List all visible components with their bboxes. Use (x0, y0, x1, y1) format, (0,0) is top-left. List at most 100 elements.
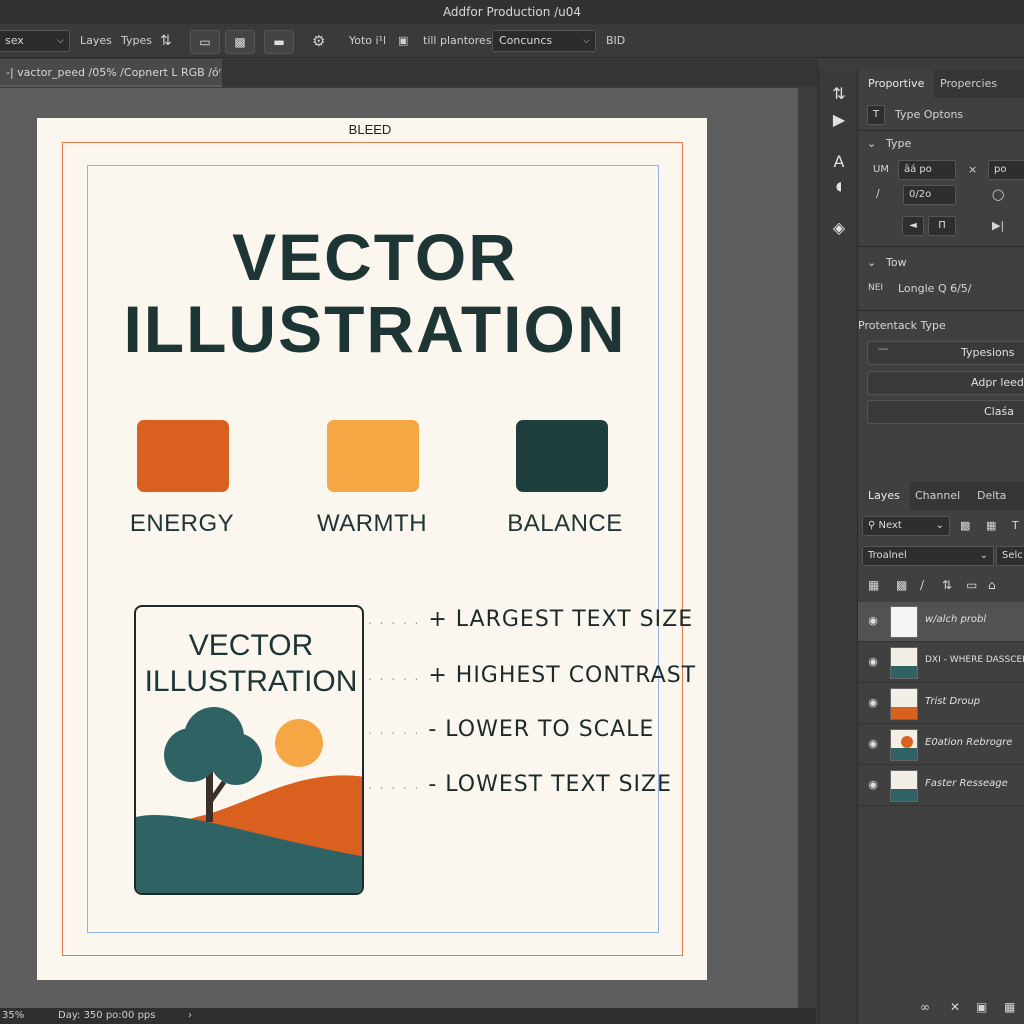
tab-proportive[interactable]: Proportive (858, 70, 935, 98)
hierarchy-item: . . . . . - LOWER TO SCALE (368, 717, 678, 742)
status-bar: 35% Day: 350 po:00 pps › (0, 1008, 816, 1024)
layer-name: DXI - WHERE DASSCER (925, 655, 1024, 665)
hierarchy-text: + LARGEST TEXT SIZE (428, 607, 694, 632)
frame-button[interactable]: ▬ (264, 30, 294, 54)
longle-value[interactable]: Longle Q 6/5/ (898, 282, 972, 295)
adjust-icon[interactable]: ⇅ (942, 578, 952, 592)
leader-dots: . . . . . (368, 613, 421, 627)
hierarchy-text: + HIGHEST CONTRAST (428, 663, 697, 688)
mask-icon: ▭ (199, 35, 211, 49)
link-layers-icon[interactable]: ▦ (868, 578, 879, 592)
type-field-1[interactable]: āá po (898, 160, 956, 180)
layer-row[interactable]: ◉ Trist Droup (858, 684, 1024, 724)
adpr-leed-label: Adpr leed (971, 376, 1024, 389)
clasa-button[interactable]: Claśa (867, 400, 1024, 424)
type-field-row: ∕ 0/2o ◯ (858, 185, 1024, 207)
shield-icon[interactable]: ◯ (992, 188, 1004, 201)
tab-channel[interactable]: Channel (905, 482, 970, 510)
poster-title-line2[interactable]: ILLUSTRATION (100, 292, 650, 366)
bleed-label: BLEED (348, 122, 392, 137)
chevron-down-icon: ⌵ (583, 36, 590, 46)
type-options-row[interactable]: T Type Optons (858, 104, 1024, 126)
layer-row[interactable]: ◉ Faster Resseage (858, 766, 1024, 806)
blend-mode-dropdown[interactable]: Troalnel ⌄ (862, 546, 994, 566)
crop-tool-icon[interactable]: ⇅ (827, 82, 851, 106)
opacity-field[interactable]: Selc (996, 546, 1024, 566)
align-center-icon[interactable]: Π (928, 216, 956, 236)
eye-icon[interactable]: ◉ (866, 655, 880, 669)
eye-icon[interactable]: ◉ (866, 737, 880, 751)
trash-icon[interactable]: ▦ (986, 519, 996, 532)
chevron-down-icon: ⌄ (867, 256, 877, 269)
link-icon[interactable]: ⇅ (160, 30, 172, 52)
chevron-right-icon[interactable]: › (188, 1008, 192, 1024)
eye-icon[interactable]: ◉ (866, 778, 880, 792)
illustration-card[interactable]: VECTOR ILLUSTRATION (134, 605, 364, 895)
chevron-down-icon: ⌄ (979, 550, 988, 561)
font-value: Concuncs (499, 34, 553, 47)
document-tab[interactable]: -| vactor_peed /05% /Copnert L RGB /óʳ (0, 59, 222, 87)
mask-icon[interactable]: ▭ (966, 578, 977, 592)
mask-button[interactable]: ▭ (190, 30, 220, 54)
layes-menu[interactable]: Layes (80, 30, 112, 52)
brush-icon[interactable]: ∕ (920, 578, 924, 592)
align-right-icon[interactable]: ▶| (992, 219, 1004, 232)
type-field-3[interactable]: 0/2o (903, 185, 956, 205)
vertical-scrollbar[interactable] (798, 88, 816, 1008)
types-menu[interactable]: Types (121, 30, 152, 52)
properties-panel: Proportive Propercies T Type Optons ⌄ Ty… (858, 70, 1024, 1024)
link-icon[interactable]: ∞ (920, 1000, 930, 1014)
tab-layers[interactable]: Layes (858, 482, 910, 510)
swatch-warmth[interactable] (327, 420, 419, 492)
typesions-button[interactable]: ′′′′′ Typesions (867, 341, 1024, 365)
layer-row[interactable]: ◉ E0ation Rebrogre (858, 725, 1024, 765)
document-info: Day: 350 po:00 pps (58, 1010, 156, 1021)
eye-icon[interactable]: ◉ (866, 614, 880, 628)
new-layer-icon[interactable]: ▩ (960, 519, 970, 532)
type-field-row: UM āá po × po (858, 160, 1024, 182)
slash-icon: ∕ (876, 187, 880, 200)
swatch-energy[interactable] (137, 420, 229, 492)
chat-icon[interactable]: ▣ (398, 30, 408, 52)
trash-icon[interactable]: ▦ (1004, 1000, 1015, 1014)
layer-name: E0ation Rebrogre (925, 737, 1013, 748)
poster-title-line1[interactable]: VECTOR (100, 220, 650, 294)
layer-name: Faster Resseage (925, 778, 1008, 789)
landscape-illustration (136, 707, 362, 893)
preset-dropdown[interactable]: sex ⌵ (0, 30, 70, 52)
adpr-leed-button[interactable]: Adpr leed (867, 371, 1024, 395)
layer-row[interactable]: ◉ w/alch probl (858, 602, 1024, 642)
paragraph-icon[interactable]: ◖ (827, 174, 851, 198)
font-dropdown[interactable]: Concuncs ⌵ (492, 30, 596, 52)
divider (858, 130, 1024, 131)
eye-icon[interactable]: ◉ (866, 696, 880, 710)
tab-propercies[interactable]: Propercies (930, 70, 1007, 98)
layer-row[interactable]: ◉ DXI - WHERE DASSCER (858, 643, 1024, 683)
thumbnail-hill (891, 748, 917, 760)
layers-tabs: Layes Channel Delta (858, 482, 1024, 510)
close-icon[interactable]: × (968, 163, 977, 176)
scribble-label: ′′′′′ (878, 348, 889, 358)
divider (858, 246, 1024, 247)
play-icon[interactable]: ▶ (827, 108, 851, 132)
zoom-level[interactable]: 35% (2, 1008, 24, 1024)
gear-icon[interactable]: ⚙ (312, 30, 325, 52)
close-icon[interactable]: ✕ (950, 1000, 960, 1014)
tab-delta[interactable]: Delta (967, 482, 1016, 510)
blend-row: Troalnel ⌄ Selc (858, 546, 1024, 568)
fx-icon[interactable]: ▩ (896, 578, 907, 592)
layer-filter-dropdown[interactable]: ⚲ Next ⌄ (862, 516, 950, 536)
swatch-balance[interactable] (516, 420, 608, 492)
align-row: ◄ Π ▶| (858, 216, 1024, 238)
window-title: Addfor Production /u04 (442, 5, 582, 19)
home-icon[interactable]: ⌂ (988, 578, 996, 592)
type-field-2[interactable]: po (988, 160, 1024, 180)
type-layer-icon[interactable]: T (1012, 519, 1019, 532)
layer-filter-value: Next (878, 520, 902, 531)
type-tool-icon[interactable]: A (827, 150, 851, 174)
layer-thumbnail (890, 647, 918, 679)
align-left-icon[interactable]: ◄ (902, 216, 924, 236)
paint-bucket-icon[interactable]: ◈ (827, 216, 851, 240)
save-state-button[interactable]: ▩ (225, 30, 255, 54)
new-layer-icon[interactable]: ▣ (976, 1000, 987, 1014)
